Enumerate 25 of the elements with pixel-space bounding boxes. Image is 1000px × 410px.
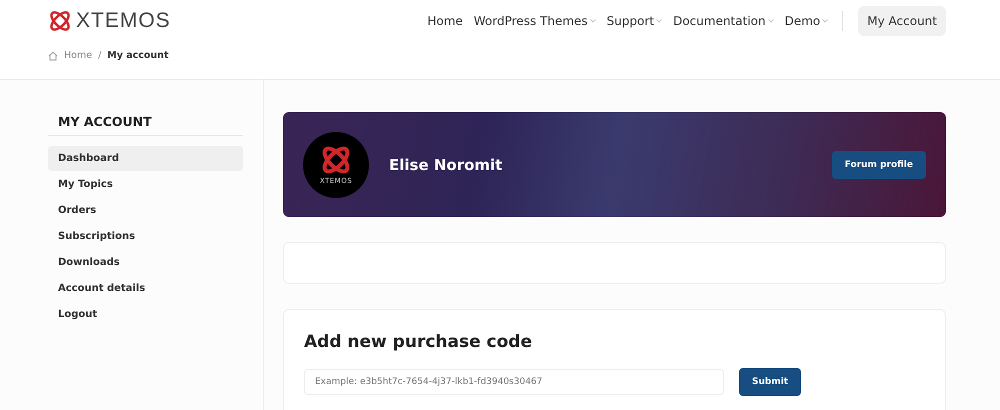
home-icon	[48, 50, 58, 60]
nav-link[interactable]: Support	[606, 14, 662, 28]
sidebar-item[interactable]: Dashboard	[48, 146, 243, 171]
nav-link[interactable]: Home	[427, 14, 463, 28]
sidebar-title: MY ACCOUNT	[48, 108, 243, 136]
nav-link[interactable]: Demo	[784, 14, 828, 28]
sidebar-item[interactable]: My Topics	[48, 172, 243, 197]
forum-profile-button[interactable]: Forum profile	[832, 150, 926, 178]
sidebar-item[interactable]: Subscriptions	[48, 224, 243, 249]
sidebar-item[interactable]: Orders	[48, 198, 243, 223]
sidebar-item[interactable]: Downloads	[48, 250, 243, 275]
breadcrumb-current: My account	[107, 50, 168, 61]
user-name: Elise Noromit	[389, 156, 502, 174]
nav-link[interactable]: WordPress Themes	[474, 14, 596, 28]
breadcrumb-link[interactable]: Home	[64, 50, 92, 61]
sidebar-item[interactable]: Logout	[48, 302, 243, 327]
submit-button[interactable]: Submit	[739, 368, 802, 396]
nav-link[interactable]: Documentation	[673, 14, 774, 28]
sidebar-item[interactable]: Account details	[48, 276, 243, 301]
logo-icon	[48, 9, 72, 33]
my-account-button[interactable]: My Account	[858, 6, 946, 36]
card-title: Add new purchase code	[304, 332, 533, 352]
purchase-code-field[interactable]: Example: e3b5ht7c-7654-4j37-lkb1-fd3940s30467	[304, 369, 724, 395]
logo-text[interactable]: XTEMOS	[76, 9, 171, 33]
breadcrumb-separator: /	[98, 50, 102, 61]
